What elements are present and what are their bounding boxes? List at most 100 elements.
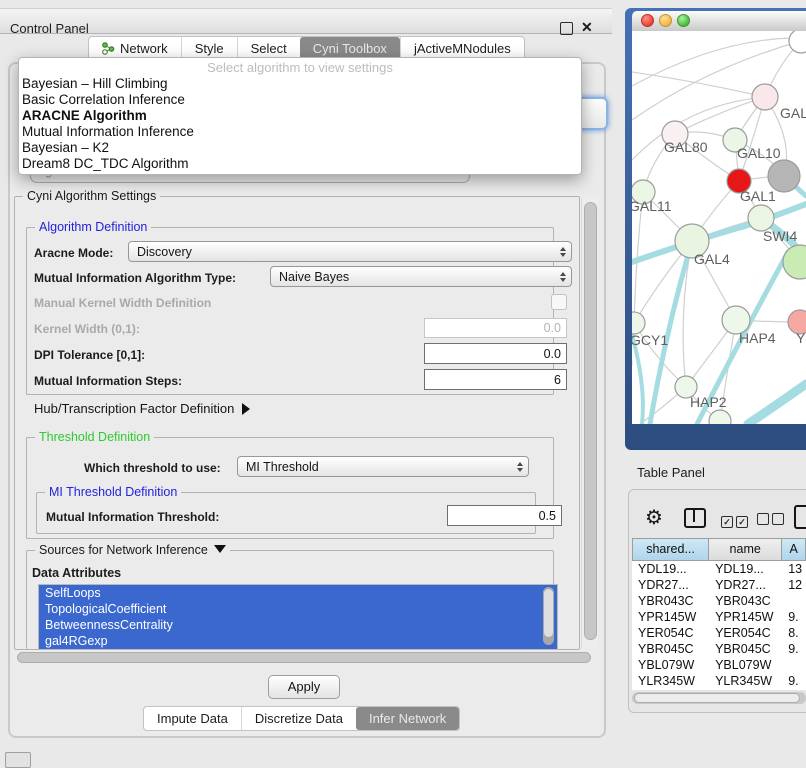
column-header-third[interactable]: A bbox=[782, 538, 806, 561]
network-edge bbox=[632, 38, 792, 86]
node-table: shared... name A YDL19...YDL19...13YDR27… bbox=[632, 538, 806, 690]
bottom-left-partial-button[interactable] bbox=[5, 752, 31, 768]
mi-algorithm-type-combo[interactable]: Naive Bayes bbox=[270, 266, 572, 287]
table-row[interactable]: YDR27...YDR27...12 bbox=[632, 577, 806, 593]
table-hscrollbar-thumb[interactable] bbox=[634, 693, 800, 703]
stepper-arrows-icon bbox=[512, 462, 528, 472]
table-cell: YDR27... bbox=[709, 577, 782, 593]
expander-arrow-icon bbox=[242, 403, 250, 415]
zoom-traffic-light-icon[interactable] bbox=[677, 14, 690, 27]
settings-vscrollbar-thumb[interactable] bbox=[584, 202, 597, 640]
table-row[interactable]: YER054CYER054C8. bbox=[632, 625, 806, 641]
table-row[interactable]: YBR045CYBR045C9. bbox=[632, 641, 806, 657]
tab-discretize-data[interactable]: Discretize Data bbox=[241, 707, 356, 730]
minimize-traffic-light-icon[interactable] bbox=[659, 14, 672, 27]
network-node-label: Y bbox=[796, 330, 806, 346]
settings-hscrollbar-track[interactable] bbox=[14, 650, 598, 663]
algorithm-dropdown-popup: Select algorithm to view settings Bayesi… bbox=[18, 57, 582, 175]
mi-threshold-field[interactable] bbox=[447, 505, 562, 526]
table-cell: YPR145W bbox=[632, 609, 709, 625]
network-node-label: GAL1 bbox=[740, 188, 776, 204]
close-icon[interactable]: ✕ bbox=[581, 19, 593, 36]
deselect-all-checkboxes-icon[interactable] bbox=[757, 512, 787, 530]
mi-steps-field[interactable] bbox=[424, 369, 567, 390]
network-node-label: SWI4 bbox=[763, 228, 797, 244]
apply-button[interactable]: Apply bbox=[268, 675, 340, 699]
gear-icon[interactable]: ⚙ bbox=[645, 505, 663, 530]
table-row[interactable]: YBR043CYBR043C bbox=[632, 593, 806, 609]
network-edge-highlighted bbox=[632, 335, 643, 424]
data-attribute-item[interactable]: SelfLoops bbox=[39, 585, 557, 601]
algorithm-option[interactable]: Bayesian – K2 bbox=[19, 140, 581, 156]
mi-algorithm-type-value: Naive Bayes bbox=[271, 270, 555, 284]
algorithm-option[interactable]: Basic Correlation Inference bbox=[19, 92, 581, 108]
algorithm-option[interactable]: Mutual Information Inference bbox=[19, 124, 581, 140]
network-canvas[interactable]: GALGAL80GAL10GAL1GAL11SWI4GAL4GCY1HAP4YH… bbox=[632, 31, 806, 424]
manual-kernel-width-checkbox[interactable] bbox=[551, 294, 567, 310]
which-threshold-combo[interactable]: MI Threshold bbox=[237, 456, 529, 477]
algorithm-option[interactable]: Bayesian – Hill Climbing bbox=[19, 76, 581, 92]
kernel-width-label: Kernel Width (0,1): bbox=[34, 322, 140, 336]
table-cell: 9. bbox=[782, 673, 806, 689]
close-traffic-light-icon[interactable] bbox=[641, 14, 654, 27]
table-cell: 9. bbox=[782, 609, 806, 625]
algorithm-list: Bayesian – Hill ClimbingBasic Correlatio… bbox=[19, 76, 581, 172]
network-node-label: GAL10 bbox=[737, 145, 781, 161]
table-cell: 13 bbox=[782, 561, 806, 577]
table-row[interactable]: YIL052CYIL052C9. bbox=[632, 689, 806, 690]
list-vscrollbar-thumb[interactable] bbox=[544, 589, 553, 637]
table-cell: 8. bbox=[782, 625, 806, 641]
cyni-algorithm-settings-title: Cyni Algorithm Settings bbox=[23, 189, 160, 203]
table-cell: YLR345W bbox=[709, 673, 782, 689]
mi-threshold-label: Mutual Information Threshold: bbox=[46, 510, 219, 524]
mi-steps-label: Mutual Information Steps: bbox=[34, 374, 182, 388]
network-edge-highlighted bbox=[748, 384, 806, 424]
dpi-tolerance-field[interactable] bbox=[424, 343, 567, 364]
which-threshold-value: MI Threshold bbox=[238, 460, 512, 474]
network-node-label: GAL bbox=[780, 105, 806, 121]
network-node[interactable] bbox=[709, 410, 731, 424]
control-panel-titlebar: Control Panel ✕ bbox=[0, 8, 612, 34]
table-row[interactable]: YBL079WYBL079W bbox=[632, 657, 806, 673]
hub-transcription-expander[interactable]: Hub/Transcription Factor Definition bbox=[34, 400, 250, 418]
data-attribute-item[interactable]: gal4RGexp bbox=[39, 633, 557, 649]
columns-icon[interactable] bbox=[684, 508, 706, 528]
algorithm-option[interactable]: Dream8 DC_TDC Algorithm bbox=[19, 156, 581, 172]
column-header-name[interactable]: name bbox=[709, 538, 782, 561]
table-cell: YBR043C bbox=[709, 593, 782, 609]
panel-icon[interactable] bbox=[794, 505, 806, 529]
table-cell: YBL079W bbox=[709, 657, 782, 673]
data-attribute-item[interactable]: BetweennessCentrality bbox=[39, 617, 557, 633]
dpi-tolerance-label: DPI Tolerance [0,1]: bbox=[34, 348, 145, 362]
table-cell: YBR045C bbox=[709, 641, 782, 657]
list-vscrollbar-track[interactable] bbox=[543, 587, 554, 645]
float-window-icon[interactable] bbox=[560, 22, 573, 35]
table-cell bbox=[782, 657, 806, 673]
kernel-width-field[interactable] bbox=[424, 318, 567, 338]
select-all-checkboxes-icon[interactable]: ✓✓ bbox=[721, 512, 751, 530]
network-node-gal[interactable] bbox=[752, 84, 778, 110]
algorithm-option[interactable]: ARACNE Algorithm bbox=[19, 108, 581, 124]
tab-infer-network[interactable]: Infer Network bbox=[356, 707, 459, 730]
table-row[interactable]: YDL19...YDL19...13 bbox=[632, 561, 806, 577]
tab-impute-data[interactable]: Impute Data bbox=[144, 707, 241, 730]
column-header-shared[interactable]: shared... bbox=[632, 538, 709, 561]
settings-vscrollbar-track[interactable] bbox=[581, 198, 598, 648]
network-node-gcy1[interactable] bbox=[632, 312, 645, 334]
table-row[interactable]: YLR345WYLR345W9. bbox=[632, 673, 806, 689]
mi-threshold-definition-title: MI Threshold Definition bbox=[45, 485, 181, 499]
network-node[interactable] bbox=[789, 31, 806, 53]
table-cell: YBL079W bbox=[632, 657, 709, 673]
settings-hscrollbar-thumb[interactable] bbox=[17, 652, 591, 663]
sources-title[interactable]: Sources for Network Inference bbox=[35, 543, 230, 557]
data-attributes-list[interactable]: SelfLoopsTopologicalCoefficientBetweenne… bbox=[38, 584, 558, 650]
table-row[interactable]: YPR145WYPR145W9. bbox=[632, 609, 806, 625]
aracne-mode-combo[interactable]: Discovery bbox=[128, 241, 572, 262]
data-attribute-item[interactable]: TopologicalCoefficient bbox=[39, 601, 557, 617]
table-cell: YER054C bbox=[709, 625, 782, 641]
aracne-mode-label: Aracne Mode: bbox=[34, 246, 113, 260]
stepper-arrows-icon bbox=[555, 272, 571, 282]
mi-algorithm-type-label: Mutual Information Algorithm Type: bbox=[34, 271, 236, 285]
algorithm-dropdown-placeholder: Select algorithm to view settings bbox=[19, 60, 581, 76]
table-cell: 12 bbox=[782, 577, 806, 593]
